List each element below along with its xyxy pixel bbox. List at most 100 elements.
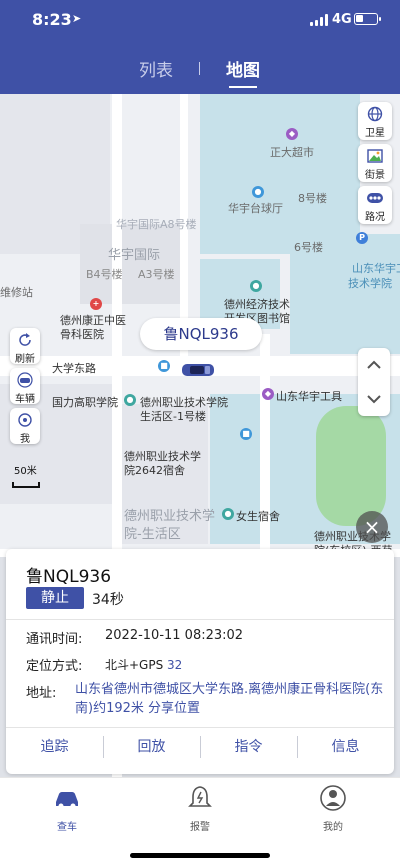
network-type: 4G	[332, 12, 352, 27]
car-icon	[17, 372, 33, 388]
map-area	[80, 224, 180, 304]
picture-icon	[367, 149, 383, 163]
bus-stop-icon: ■	[240, 428, 252, 440]
traffic-button[interactable]: 路况	[358, 186, 392, 224]
parking-icon: P	[356, 232, 368, 244]
status-time: 8:23	[32, 10, 72, 29]
map-label: 德州职业技术学院2642宿舍	[124, 450, 201, 477]
tab-list[interactable]: 列表	[139, 56, 173, 81]
status-badge: 静止	[26, 587, 84, 609]
positioning-label: 定位方式:	[26, 659, 83, 674]
road-label: 大学东路	[52, 362, 96, 375]
vehicle-button[interactable]: 车辆	[10, 368, 40, 405]
street-view-label: 街景	[365, 170, 385, 181]
map-label: 6号楼	[294, 241, 323, 254]
map-label: B4号楼	[86, 268, 123, 281]
map-label: 8号楼	[298, 192, 327, 205]
map-label: 华宇国际A8号楼	[116, 218, 197, 231]
signal-icon	[310, 14, 328, 26]
map-label: 德州康正中医骨科医院	[60, 314, 126, 341]
map-label: 华宇国际	[108, 248, 161, 263]
vehicle-plate: 鲁NQL936	[26, 567, 112, 587]
playback-button[interactable]: 回放	[103, 732, 200, 762]
address-label: 地址:	[26, 686, 57, 701]
map-scale: 50米	[12, 466, 40, 488]
shop-icon: ◆	[286, 128, 298, 140]
tab-separator	[199, 62, 200, 75]
status-duration: 34秒	[92, 592, 124, 608]
map-label: 德州职业技术学院生活区-1号楼	[140, 396, 228, 423]
library-icon: ●	[250, 280, 262, 292]
nav-item-check-car[interactable]: 查车	[37, 784, 97, 833]
chevron-up-icon[interactable]	[358, 348, 390, 382]
bell-icon	[188, 786, 212, 807]
map-park	[316, 406, 386, 526]
status-bar: 8:23 ➤ 4G	[0, 0, 400, 40]
map-label: 华宇台球厅	[228, 202, 283, 215]
poi-icon: ●	[252, 186, 264, 198]
my-location-button[interactable]: 我	[10, 408, 40, 445]
street-view-button[interactable]: 街景	[358, 144, 392, 182]
share-location-link[interactable]: 分享位置	[148, 701, 200, 716]
comm-time-label: 通讯时间:	[26, 632, 83, 647]
satellite-button[interactable]: 卫星	[358, 102, 392, 140]
car-icon	[56, 792, 78, 809]
address-text: 山东省德州市德城区大学东路.离德州康正骨科医院(东南)约192米	[75, 682, 384, 716]
battery-icon	[354, 13, 381, 25]
view-tabs: 列表 地图	[0, 56, 400, 88]
scale-label: 50米	[14, 466, 37, 477]
vehicle-plate-bubble[interactable]: 鲁NQL936	[140, 318, 262, 350]
satellite-label: 卫星	[365, 128, 385, 139]
app-header: 8:23 ➤ 4G 列表 地图	[0, 0, 400, 94]
zoom-control	[358, 348, 390, 416]
traffic-label: 路况	[365, 212, 385, 223]
tab-active-indicator	[229, 86, 257, 88]
comm-time-value: 2022-10-11 08:23:02	[105, 628, 244, 643]
nav-item-alarm[interactable]: 报警	[170, 784, 230, 833]
positioning-value: 北斗+GPS 32	[105, 656, 182, 673]
map-label: 德州职业技术学院-生活区	[124, 509, 216, 542]
map-label: 维修站	[0, 286, 33, 299]
shop-icon: ◆	[262, 388, 274, 400]
home-indicator	[130, 853, 270, 858]
school-icon: ●	[124, 394, 136, 406]
map-label: 山东华宇工程	[352, 262, 400, 275]
dorm-icon: ●	[222, 508, 234, 520]
map-building	[200, 94, 360, 254]
bottom-nav: 查车 报警 我的	[0, 777, 400, 865]
map-label: 正大超市	[270, 146, 314, 159]
positioning-mode: 北斗+GPS	[105, 658, 164, 672]
nav-label: 查车	[57, 822, 77, 833]
globe-icon	[367, 106, 383, 122]
map-label: 山东华宇工具	[276, 390, 342, 403]
info-button[interactable]: 信息	[297, 732, 394, 762]
nav-item-profile[interactable]: 我的	[303, 784, 363, 833]
crosshair-icon	[18, 413, 32, 427]
map-label: A3号楼	[138, 268, 175, 281]
nav-label: 我的	[323, 822, 343, 833]
person-icon	[320, 785, 346, 811]
vehicle-marker-icon[interactable]	[181, 362, 215, 378]
nav-label: 报警	[190, 822, 210, 833]
refresh-button[interactable]: 刷新	[10, 328, 40, 365]
divider	[6, 619, 394, 620]
chevron-down-icon[interactable]	[358, 382, 390, 416]
refresh-label: 刷新	[15, 354, 35, 365]
vehicle-info-panel: 鲁NQL936 静止 34秒 通讯时间: 2022-10-11 08:23:02…	[6, 549, 394, 774]
traffic-icon	[367, 193, 383, 203]
divider	[6, 727, 394, 728]
refresh-icon	[19, 333, 31, 346]
address-value: 山东省德州市德城区大学东路.离德州康正骨科医院(东南)约192米 分享位置	[75, 680, 385, 718]
location-arrow-icon: ➤	[72, 12, 82, 25]
scale-bar	[12, 482, 40, 488]
map-label: 国力高职学院	[52, 396, 118, 409]
track-button[interactable]: 追踪	[6, 732, 103, 762]
me-label: 我	[20, 434, 30, 445]
close-icon[interactable]: ×	[356, 511, 388, 543]
tab-map[interactable]: 地图	[226, 56, 260, 81]
satellite-count: 32	[167, 658, 183, 672]
vehicle-label: 车辆	[15, 394, 35, 405]
map-label: 技术学院	[348, 277, 392, 290]
command-button[interactable]: 指令	[200, 732, 297, 762]
map-label: 女生宿舍	[236, 510, 280, 523]
